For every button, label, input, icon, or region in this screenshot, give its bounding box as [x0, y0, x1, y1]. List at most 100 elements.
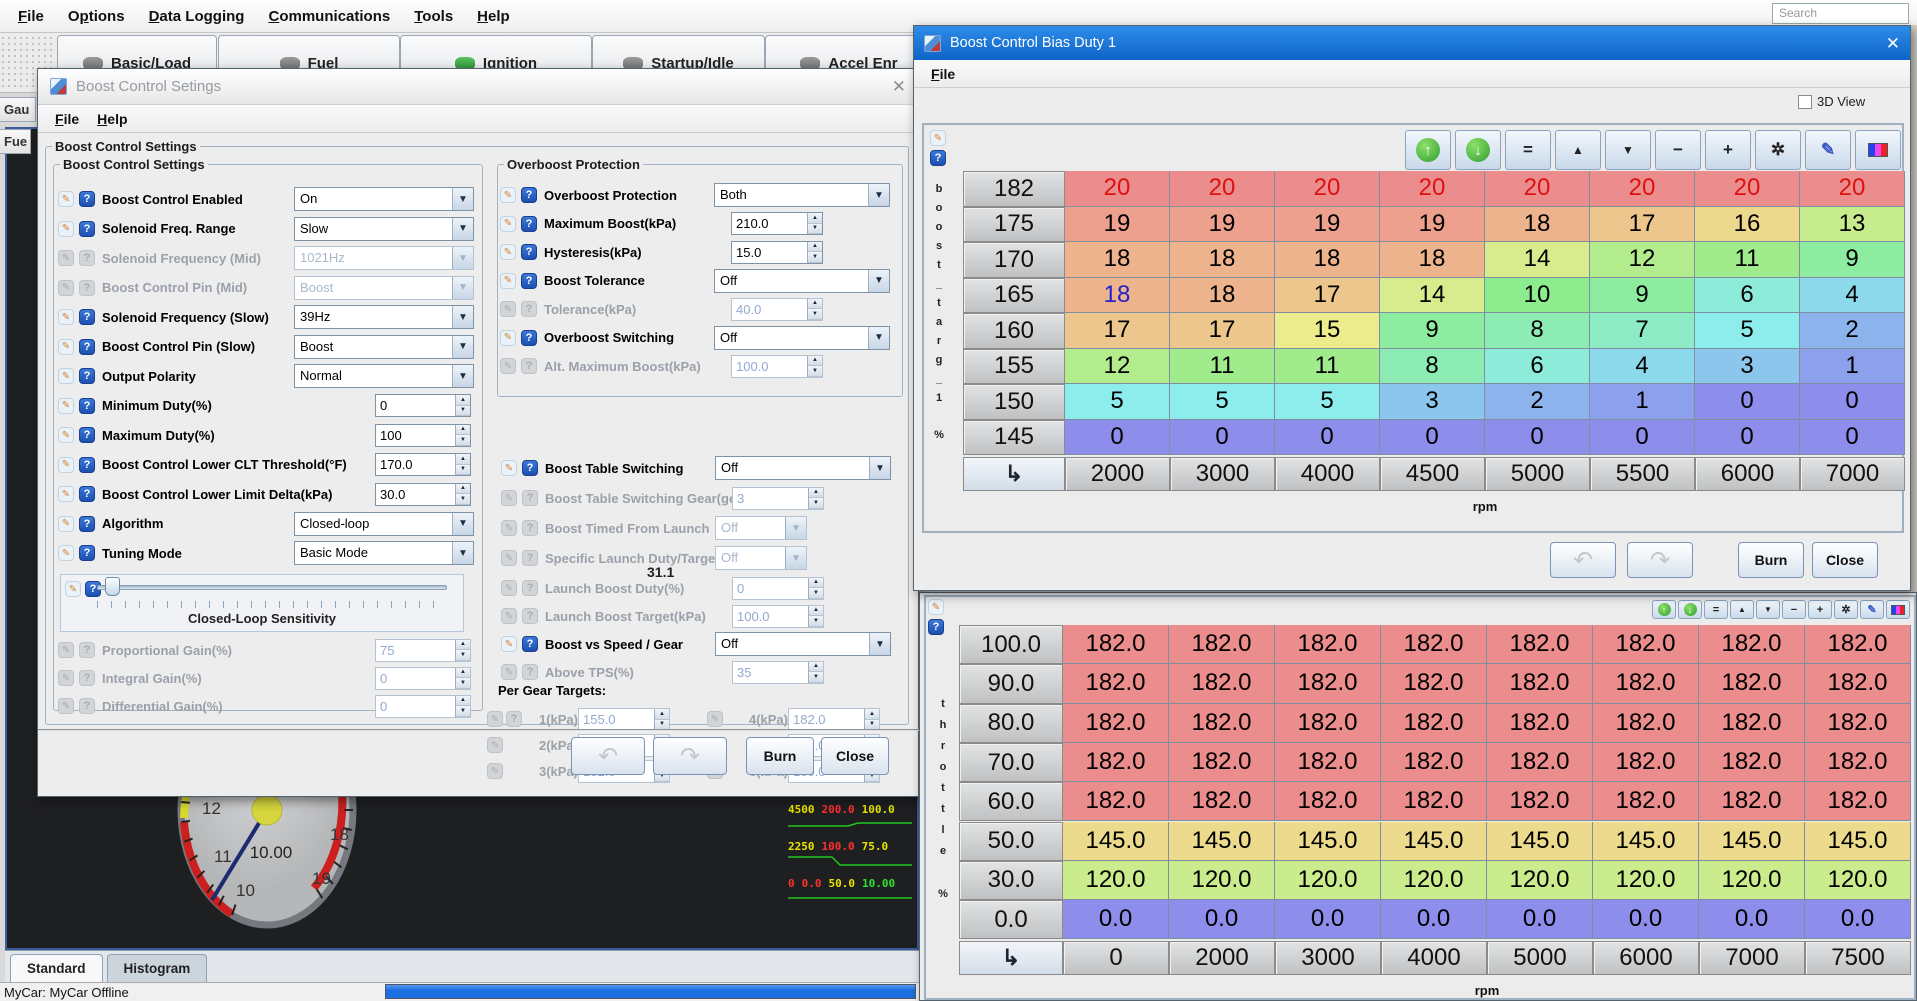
table-cell[interactable]: 120.0: [1805, 861, 1911, 900]
table-cell[interactable]: 182.0: [1593, 625, 1699, 664]
side-tab-fue[interactable]: Fue: [0, 129, 31, 154]
row-header-cell[interactable]: 155: [963, 349, 1065, 385]
help-icon[interactable]: ?: [521, 244, 537, 260]
table-cell[interactable]: 182.0: [1487, 743, 1593, 782]
help-icon[interactable]: ?: [79, 191, 95, 207]
table-cell[interactable]: 20: [1275, 171, 1380, 207]
window-titlebar[interactable]: Boost Control Bias Duty 1 ✕: [914, 26, 1910, 60]
table-cell[interactable]: 14: [1380, 278, 1485, 314]
col-header-cell[interactable]: 5500: [1590, 457, 1695, 491]
toolbar-move-up-button[interactable]: ↑: [1652, 600, 1676, 619]
col-header-cell[interactable]: 6000: [1593, 941, 1699, 975]
table-cell[interactable]: 0.0: [1699, 900, 1805, 939]
col-header-cell[interactable]: 4000: [1275, 457, 1380, 491]
table-cell[interactable]: 120.0: [1593, 861, 1699, 900]
help-icon[interactable]: ?: [79, 221, 95, 237]
table-cell[interactable]: 7: [1590, 313, 1695, 349]
table-cell[interactable]: 182.0: [1805, 625, 1911, 664]
row-header-cell[interactable]: 150: [963, 384, 1065, 420]
toolbar-move-down-button[interactable]: ↓: [1678, 600, 1702, 619]
edit-note-icon[interactable]: ✎: [501, 636, 517, 652]
table-cell[interactable]: 11: [1275, 349, 1380, 385]
col-header-cell[interactable]: 2000: [1065, 457, 1170, 491]
row-header-cell[interactable]: 100.0: [959, 625, 1063, 664]
table-cell[interactable]: 5: [1065, 384, 1170, 420]
edit-note-icon[interactable]: ✎: [58, 427, 74, 443]
menu-item-help[interactable]: Help: [467, 3, 520, 30]
table-cell[interactable]: 182.0: [1699, 782, 1805, 821]
table-cell[interactable]: 0: [1380, 420, 1485, 456]
table-cell[interactable]: 18: [1485, 207, 1590, 243]
table-cell[interactable]: 0: [1695, 420, 1800, 456]
table-cell[interactable]: 16: [1695, 207, 1800, 243]
help-icon[interactable]: ?: [521, 330, 537, 346]
table-cell[interactable]: 9: [1590, 278, 1695, 314]
table-cell[interactable]: 0.0: [1805, 900, 1911, 939]
table-cell[interactable]: 20: [1170, 171, 1275, 207]
table-cell[interactable]: 182.0: [1275, 782, 1381, 821]
menu-item-tools[interactable]: Tools: [404, 3, 463, 30]
spinner-down-icon[interactable]: ▼: [456, 435, 470, 446]
toolbar-increase-all-button[interactable]: ▲: [1730, 600, 1754, 619]
spinner-buttons[interactable]: ▲▼: [455, 395, 470, 416]
table-cell[interactable]: 0.0: [1275, 900, 1381, 939]
dashboard-tab-histogram[interactable]: Histogram: [107, 954, 208, 982]
edit-note-icon[interactable]: ✎: [500, 273, 516, 289]
close-button[interactable]: Close: [821, 737, 889, 775]
dialog-menu-help[interactable]: Help: [88, 108, 136, 130]
table-cell[interactable]: 120.0: [1275, 861, 1381, 900]
toolbar-color-scale-button[interactable]: [1886, 600, 1910, 619]
table-cell[interactable]: 182.0: [1275, 743, 1381, 782]
help-icon[interactable]: ?: [521, 216, 537, 232]
close-button[interactable]: Close: [1812, 542, 1878, 578]
row-header-cell[interactable]: 175: [963, 207, 1065, 243]
table-cell[interactable]: 182.0: [1063, 704, 1169, 743]
table-cell[interactable]: 0: [1590, 420, 1695, 456]
row-header-cell[interactable]: 80.0: [959, 704, 1063, 743]
toolbar-subtract-button[interactable]: −: [1655, 130, 1701, 170]
table-cell[interactable]: 0: [1170, 420, 1275, 456]
col-header-cell[interactable]: 5000: [1485, 457, 1590, 491]
view-3d-toggle[interactable]: 3D View: [1798, 94, 1865, 109]
table-cell[interactable]: 2: [1485, 384, 1590, 420]
toolbar-multiply-button[interactable]: ✲: [1834, 600, 1858, 619]
toolbar-set-equal-button[interactable]: =: [1704, 600, 1728, 619]
table-cell[interactable]: 0.0: [1487, 900, 1593, 939]
edit-note-icon[interactable]: ✎: [930, 130, 946, 146]
table-cell[interactable]: 182.0: [1699, 664, 1805, 703]
table-cell[interactable]: 11: [1695, 242, 1800, 278]
edit-note-icon[interactable]: ✎: [501, 460, 517, 476]
table-cell[interactable]: 11: [1170, 349, 1275, 385]
help-icon[interactable]: ?: [522, 460, 538, 476]
table-cell[interactable]: 20: [1800, 171, 1905, 207]
table-cell[interactable]: 182.0: [1487, 704, 1593, 743]
col-header-cell[interactable]: 3000: [1275, 941, 1381, 975]
spinner-up-icon[interactable]: ▲: [808, 213, 822, 224]
table-cell[interactable]: 145.0: [1275, 822, 1381, 861]
col-header-cell[interactable]: 3000: [1170, 457, 1275, 491]
table-cell[interactable]: 182.0: [1169, 625, 1275, 664]
burn-button[interactable]: Burn: [1738, 542, 1804, 578]
dropdown-boost-tolerance[interactable]: Off▼: [714, 269, 890, 293]
table-cell[interactable]: 0: [1695, 384, 1800, 420]
table-cell[interactable]: 1: [1590, 384, 1695, 420]
edit-note-icon[interactable]: ✎: [58, 191, 74, 207]
table-cell[interactable]: 182.0: [1593, 782, 1699, 821]
table-cell[interactable]: 17: [1275, 278, 1380, 314]
chevron-down-icon[interactable]: ▼: [869, 633, 890, 655]
table-cell[interactable]: 120.0: [1063, 861, 1169, 900]
table-cell[interactable]: 145.0: [1699, 822, 1805, 861]
spinner-up-icon[interactable]: ▲: [456, 425, 470, 436]
table-cell[interactable]: 0: [1485, 420, 1590, 456]
table-cell[interactable]: 0.0: [1381, 900, 1487, 939]
spinner-buttons[interactable]: ▲▼: [807, 213, 822, 234]
table-cell[interactable]: 12: [1590, 242, 1695, 278]
table-cell[interactable]: 3: [1695, 349, 1800, 385]
spinner-hysteresis-kpa[interactable]: 15.0▲▼: [731, 241, 823, 264]
table-cell[interactable]: 6: [1485, 349, 1590, 385]
row-header-cell[interactable]: 50.0: [959, 822, 1063, 861]
table-cell[interactable]: 19: [1275, 207, 1380, 243]
col-header-cell[interactable]: 7500: [1805, 941, 1911, 975]
checkbox-icon[interactable]: [1798, 95, 1812, 109]
table-cell[interactable]: 182.0: [1593, 743, 1699, 782]
